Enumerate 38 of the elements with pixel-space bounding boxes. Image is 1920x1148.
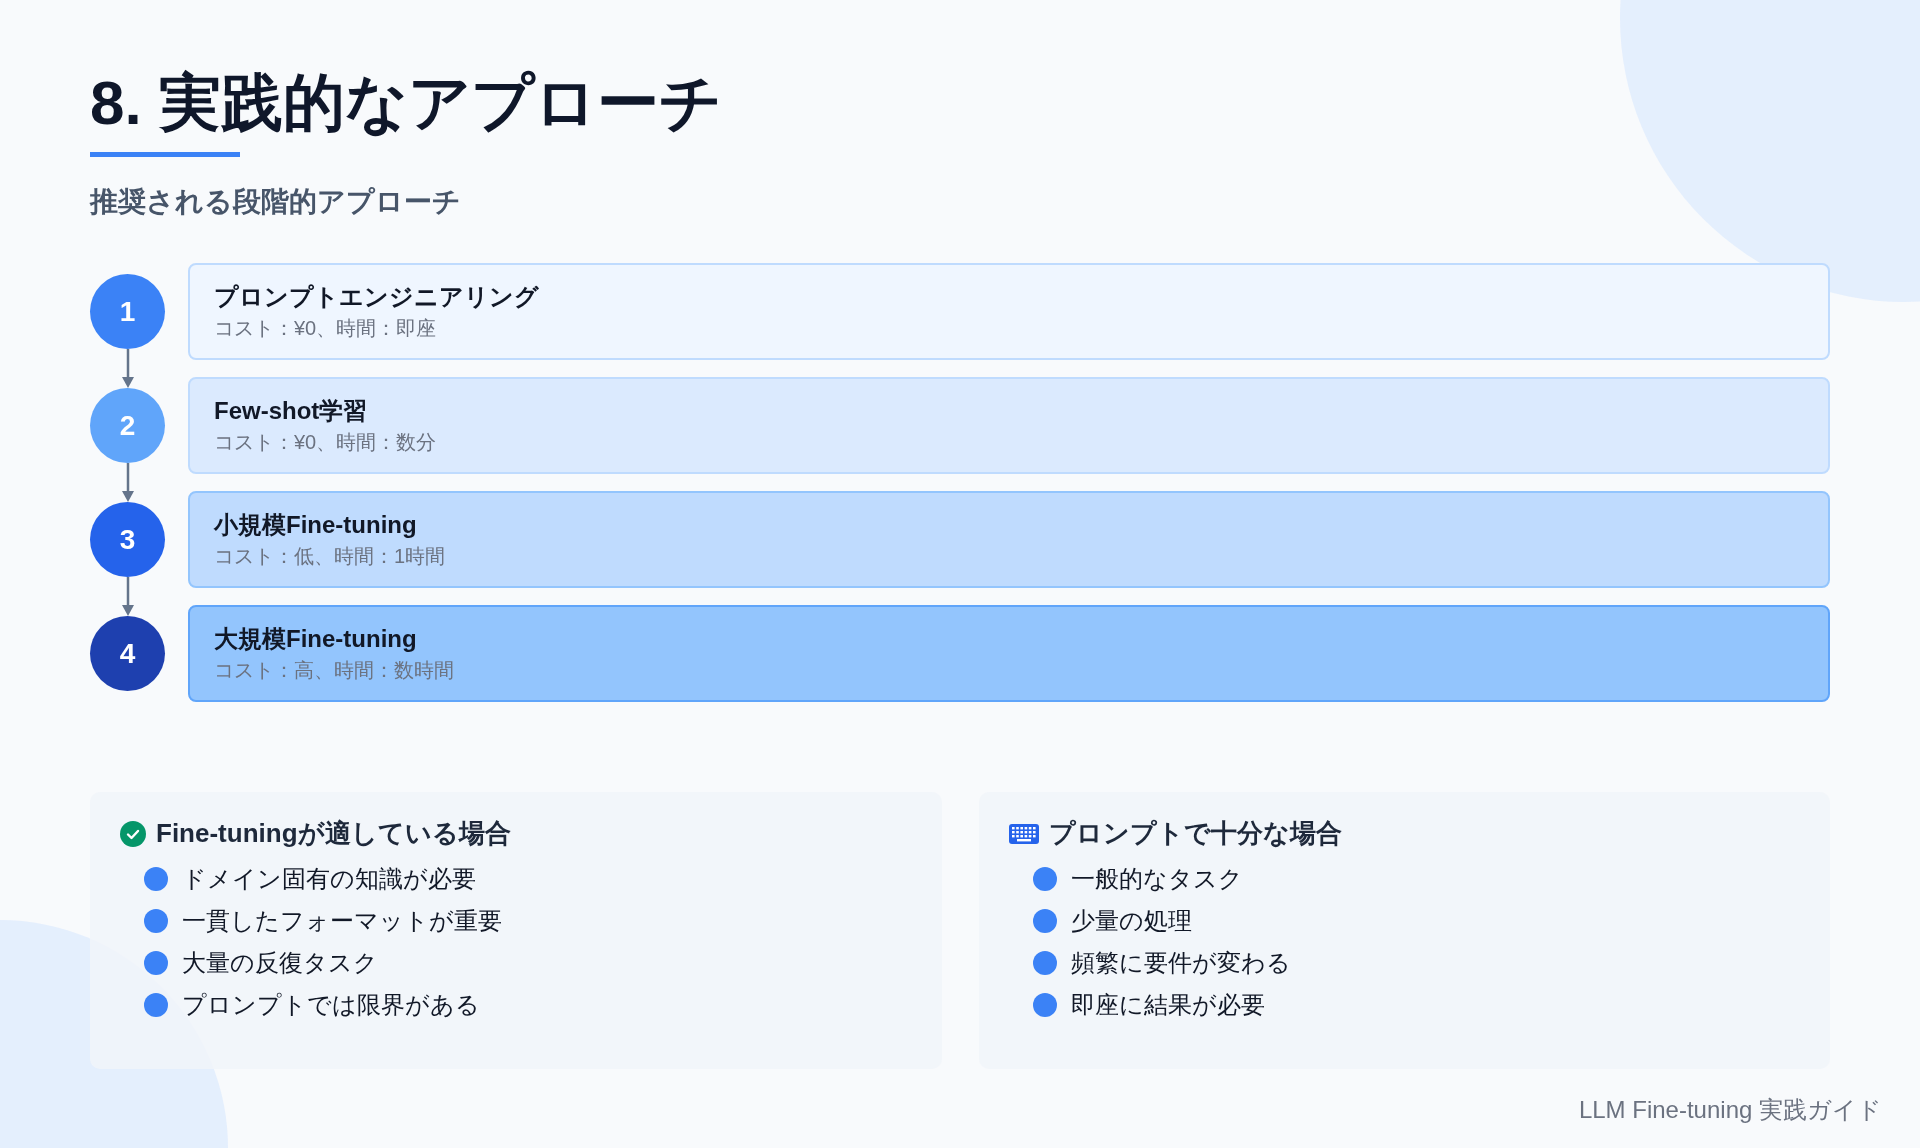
panel-heading: Fine-tuningが適している場合	[156, 817, 511, 851]
footer-text: LLM Fine-tuning 実践ガイド	[1578, 1095, 1882, 1125]
list-item: 即座に結果が必要	[1070, 990, 1265, 1021]
step-number: 4	[90, 616, 165, 692]
step-title: プロンプトエンジニアリング	[214, 282, 540, 313]
bullet-dot	[1032, 909, 1057, 934]
list-item: 頻繁に要件が変わる	[1070, 948, 1291, 979]
bullet-dot	[1032, 993, 1057, 1018]
list-item: 一貫したフォーマットが重要	[182, 906, 502, 937]
panel-heading: プロンプトで十分な場合	[1048, 817, 1342, 851]
down-arrow	[121, 577, 135, 618]
step-title: Few-shot学習	[214, 396, 369, 427]
list-item: 大量の反復タスク	[182, 948, 378, 979]
step-title: 大規模Fine-tuning	[214, 624, 418, 655]
down-arrow	[121, 463, 135, 504]
step-detail: コスト：高、時間：数時間	[214, 658, 455, 684]
step-number: 1	[90, 274, 165, 350]
step-number: 2	[90, 388, 165, 464]
check-circle-icon	[120, 820, 146, 847]
step-detail: コスト：¥0、時間：即座	[214, 316, 438, 342]
down-arrow	[121, 349, 135, 390]
keyboard-icon	[1008, 823, 1039, 844]
list-item: 少量の処理	[1070, 906, 1192, 937]
list-item: ドメイン固有の知識が必要	[182, 864, 476, 895]
bullet-dot	[144, 951, 168, 976]
bullet-dot	[144, 993, 168, 1018]
step-title: 小規模Fine-tuning	[214, 510, 418, 541]
bullet-dot	[1032, 867, 1057, 892]
list-item: 一般的なタスク	[1070, 864, 1243, 895]
bullet-dot	[144, 867, 168, 892]
bullet-dot	[1032, 951, 1057, 976]
slide-subtitle: 推奨される段階的アプローチ	[90, 185, 462, 220]
bullet-dot	[144, 909, 168, 934]
step-number: 3	[90, 502, 165, 578]
step-detail: コスト：低、時間：1時間	[214, 544, 447, 570]
step-detail: コスト：¥0、時間：数分	[214, 430, 438, 456]
list-item: プロンプトでは限界がある	[182, 990, 480, 1021]
slide-title: 8. 実践的なアプローチ	[90, 67, 723, 139]
